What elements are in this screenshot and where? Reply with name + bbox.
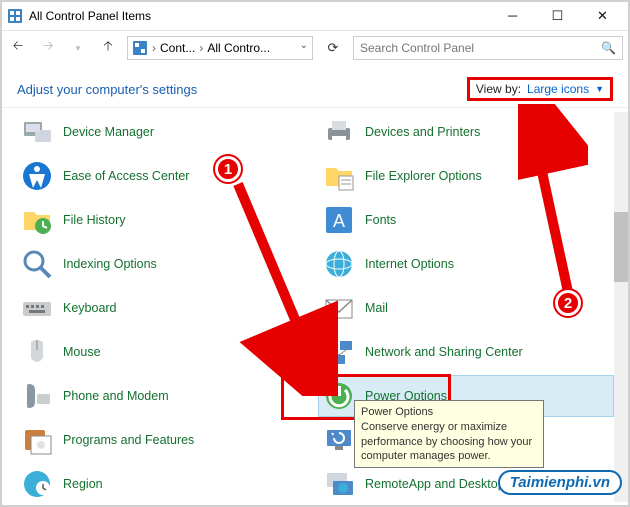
scrollbar[interactable] [614,112,628,502]
item-label: Ease of Access Center [63,169,189,184]
ease-of-access-icon [21,160,53,192]
back-button[interactable]: 🡠 [7,37,29,59]
search-icon: 🔍 [601,41,616,55]
window-title: All Control Panel Items [29,9,490,23]
item-label: Mouse [63,345,101,360]
item-programs-and-features[interactable]: Programs and Features [17,420,311,460]
phone-icon [21,380,53,412]
item-label: Device Manager [63,125,154,140]
header: Adjust your computer's settings View by:… [1,65,629,107]
item-label: Programs and Features [63,433,194,448]
minimize-button[interactable]: ─ [490,1,535,31]
item-file-explorer-options[interactable]: File Explorer Options [319,156,613,196]
caret-down-icon: ▼ [595,84,604,94]
forward-button[interactable]: 🡢 [37,37,59,59]
mail-icon [323,292,355,324]
view-by-selector[interactable]: View by: Large icons ▼ [467,77,613,101]
item-label: Network and Sharing Center [365,345,523,360]
breadcrumb[interactable]: › Cont... › All Contro... ⌄ [127,36,313,60]
file-history-icon [21,204,53,236]
tooltip-body: Conserve energy or maximize performance … [361,420,537,463]
chevron-right-icon: › [199,41,203,55]
recent-dropdown-icon[interactable]: ▾ [67,37,89,59]
item-network-sharing[interactable]: Network and Sharing Center [319,332,613,372]
item-label: Devices and Printers [365,125,480,140]
chevron-right-icon: › [152,41,156,55]
navbar: 🡠 🡢 ▾ 🡡 › Cont... › All Contro... ⌄ ⟳ Se… [1,31,629,65]
control-panel-icon [7,8,23,24]
folder-options-icon [323,160,355,192]
control-panel-icon [132,40,148,56]
svg-text:A: A [333,211,345,231]
internet-icon [323,248,355,280]
item-label: Phone and Modem [63,389,169,404]
item-label: Indexing Options [63,257,157,272]
item-label: Fonts [365,213,396,228]
item-devices-and-printers[interactable]: Devices and Printers [319,112,613,152]
item-label: File History [63,213,126,228]
item-label: Keyboard [63,301,117,316]
item-fonts[interactable]: A Fonts [319,200,613,240]
page-title: Adjust your computer's settings [17,82,197,97]
up-button[interactable]: 🡡 [97,37,119,59]
keyboard-icon [21,292,53,324]
indexing-icon [21,248,53,280]
item-device-manager[interactable]: Device Manager [17,112,311,152]
breadcrumb-seg[interactable]: Cont... [160,41,195,55]
refresh-button[interactable]: ⟳ [321,36,345,60]
item-label: Mail [365,301,388,316]
maximize-button[interactable]: ☐ [535,1,580,31]
tooltip-title: Power Options [361,405,537,419]
item-phone-and-modem[interactable]: Phone and Modem [17,376,311,416]
viewby-value: Large icons [527,82,589,96]
item-label: Internet Options [365,257,454,272]
search-placeholder: Search Control Panel [360,41,474,55]
callout-1: 1 [215,156,241,182]
callout-2: 2 [555,290,581,316]
device-manager-icon [21,116,53,148]
item-label: Region [63,477,103,492]
watermark: Taimienphi.vn [498,470,622,495]
remoteapp-icon [323,468,355,500]
fonts-icon: A [323,204,355,236]
watermark-text: Taimienphi.vn [498,470,622,495]
item-indexing-options[interactable]: Indexing Options [17,244,311,284]
printer-icon [323,116,355,148]
item-mouse[interactable]: Mouse [17,332,311,372]
item-ease-of-access[interactable]: Ease of Access Center [17,156,311,196]
item-keyboard[interactable]: Keyboard [17,288,311,328]
item-region[interactable]: Region [17,464,311,504]
search-input[interactable]: Search Control Panel 🔍 [353,36,623,60]
titlebar: All Control Panel Items ─ ☐ ✕ [1,1,629,31]
tooltip: Power Options Conserve energy or maximiz… [354,400,544,468]
breadcrumb-seg[interactable]: All Contro... [207,41,270,55]
scrollbar-thumb[interactable] [614,212,628,282]
close-button[interactable]: ✕ [580,1,625,31]
item-file-history[interactable]: File History [17,200,311,240]
mouse-icon [21,336,53,368]
viewby-label: View by: [476,82,521,96]
item-internet-options[interactable]: Internet Options [319,244,613,284]
recovery-icon [323,424,355,456]
region-icon [21,468,53,500]
item-label: File Explorer Options [365,169,482,184]
programs-icon [21,424,53,456]
network-icon [323,336,355,368]
chevron-down-icon[interactable]: ⌄ [300,40,308,51]
